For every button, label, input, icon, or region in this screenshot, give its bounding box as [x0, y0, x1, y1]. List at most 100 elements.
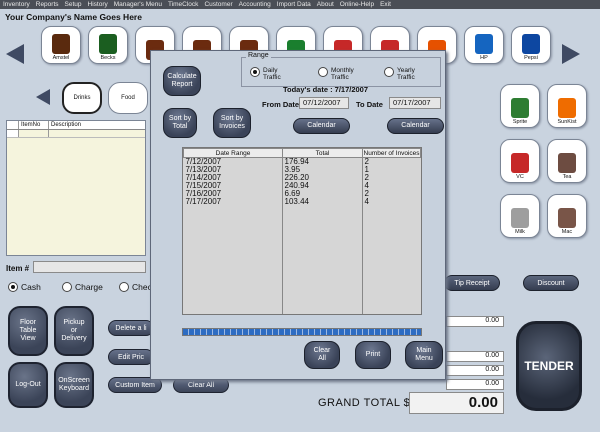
clear-all-dialog-label: Clear All	[313, 346, 331, 362]
calculate-report-button[interactable]: Calculate Report	[163, 66, 201, 96]
product-label: Milk	[515, 229, 525, 235]
onscreen-keyboard-button[interactable]: OnScreen Keyboard	[54, 362, 94, 408]
radio-icon	[119, 282, 129, 292]
floor-table-view-label: Floor Table View	[19, 318, 37, 343]
radio-icon	[8, 282, 18, 292]
menu-item[interactable]: TimeClock	[168, 1, 198, 8]
sort-by-total-label: Sort by Total	[168, 114, 192, 130]
tip-receipt-button[interactable]: Tip Receipt	[444, 275, 500, 291]
product-button[interactable]: HP	[464, 26, 504, 64]
range-daily-option[interactable]: Daily Traffic	[250, 67, 281, 81]
product-button[interactable]: SunKist	[547, 84, 587, 128]
menu-item[interactable]: History	[88, 1, 108, 8]
range-monthly-label: Monthly Traffic	[331, 67, 354, 82]
scroll-left-arrow-icon[interactable]	[6, 44, 24, 64]
row-selector-header	[7, 121, 19, 129]
range-yearly-option[interactable]: Yearly Traffic	[384, 67, 415, 81]
from-calendar-button[interactable]: Calendar	[293, 118, 350, 134]
product-button[interactable]: Milk	[500, 194, 540, 238]
tax2-value: 0.00	[446, 365, 504, 376]
range-monthly-option[interactable]: Monthly Traffic	[318, 67, 354, 81]
menu-bar: Inventory Reports Setup History Manager's Me…	[0, 0, 600, 9]
menu-item[interactable]: Manager's Menu	[114, 1, 162, 8]
product-button[interactable]: Mac	[547, 194, 587, 238]
payment-check-option[interactable]: Chec	[119, 282, 152, 292]
to-date-label: To Date	[356, 100, 383, 109]
product-image-icon	[558, 153, 576, 173]
menu-item[interactable]: Import Data	[277, 1, 311, 8]
company-name: Your Company's Name Goes Here	[5, 12, 142, 22]
item-number-input[interactable]	[33, 261, 146, 273]
delete-line-button[interactable]: Delete a li	[108, 320, 154, 336]
order-items-header: ItemNo Description	[7, 121, 145, 130]
col-invoices-header: Number of Invoices	[362, 148, 421, 158]
scroll-right-arrow-icon[interactable]	[562, 44, 580, 64]
menu-item[interactable]: Exit	[380, 1, 391, 8]
product-label: Amstel	[52, 55, 70, 61]
logout-button[interactable]: Log-Out	[8, 362, 48, 408]
menu-item[interactable]: About	[317, 1, 334, 8]
cell-inv: 4	[364, 197, 369, 206]
product-button[interactable]: Pepsi	[511, 26, 551, 64]
range-daily-label: Daily Traffic	[263, 67, 281, 82]
product-button[interactable]: Sprite	[500, 84, 540, 128]
product-image-icon	[522, 34, 540, 54]
progress-bar	[182, 328, 422, 336]
category-left-arrow-icon[interactable]	[36, 89, 50, 105]
sort-by-total-button[interactable]: Sort by Total	[163, 108, 197, 138]
product-label: Tea	[562, 174, 572, 180]
product-button[interactable]: Amstel	[41, 26, 81, 64]
from-date-label: From Date	[262, 100, 300, 109]
menu-item[interactable]: Inventory	[3, 1, 30, 8]
product-image-icon	[558, 208, 576, 228]
edit-price-button[interactable]: Edit Pric	[108, 349, 154, 365]
order-items-table[interactable]: ItemNo Description	[6, 120, 146, 256]
sort-by-invoices-button[interactable]: Sort by Invoices	[213, 108, 251, 138]
product-label: HP	[480, 55, 488, 61]
floor-table-view-button[interactable]: Floor Table View	[8, 306, 48, 356]
radio-icon	[318, 67, 328, 77]
onscreen-keyboard-label: OnScreen Keyboard	[58, 376, 90, 392]
product-button[interactable]: Tea	[547, 139, 587, 183]
payment-cash-option[interactable]: Cash	[8, 282, 41, 292]
product-label: VC	[516, 174, 524, 180]
category-drinks-button[interactable]: Drinks	[62, 82, 102, 114]
payment-charge-label: Charge	[75, 282, 103, 292]
from-date-input[interactable]: 07/12/2007	[299, 97, 349, 109]
cell-total: 103.44	[284, 197, 309, 206]
product-image-icon	[511, 208, 529, 228]
clear-all-dialog-button[interactable]: Clear All	[304, 341, 340, 369]
logout-label: Log-Out	[15, 380, 41, 388]
cell-inv: 2	[364, 189, 369, 198]
product-button[interactable]: VC	[500, 139, 540, 183]
menu-item[interactable]: Online-Help	[340, 1, 374, 8]
traffic-report-dialog: Calculate Report Range Daily Traffic Mon…	[150, 50, 446, 380]
cell-inv: 1	[364, 165, 369, 174]
table-row[interactable]: 7/17/2007 103.44 4	[184, 198, 421, 206]
to-calendar-button[interactable]: Calendar	[387, 118, 444, 134]
radio-icon	[384, 67, 394, 77]
product-label: SunKist	[557, 119, 577, 125]
product-label: Pepsi	[524, 55, 538, 61]
grand-total-value: 0.00	[409, 392, 504, 414]
radio-icon	[250, 67, 260, 77]
range-yearly-label: Yearly Traffic	[397, 67, 415, 82]
product-button[interactable]: Becks	[88, 26, 128, 64]
print-button[interactable]: Print	[355, 341, 391, 369]
payment-charge-option[interactable]: Charge	[62, 282, 103, 292]
product-image-icon	[52, 34, 70, 54]
tax-value: 0.00	[446, 351, 504, 362]
main-menu-button[interactable]: Main Menu	[405, 341, 443, 369]
to-date-input[interactable]: 07/17/2007	[389, 97, 441, 109]
menu-item[interactable]: Setup	[65, 1, 82, 8]
traffic-report-table[interactable]: Date Range Total Number of Invoices 7/12…	[182, 147, 422, 315]
product-image-icon	[558, 98, 576, 118]
menu-item[interactable]: Accounting	[239, 1, 271, 8]
table-row[interactable]	[7, 130, 145, 138]
discount-button[interactable]: Discount	[523, 275, 579, 291]
menu-item[interactable]: Reports	[36, 1, 59, 8]
pickup-delivery-button[interactable]: Pickup or Delivery	[54, 306, 94, 356]
menu-item[interactable]: Customer	[204, 1, 232, 8]
category-food-button[interactable]: Food	[108, 82, 148, 114]
tender-button[interactable]: TENDER	[516, 321, 582, 411]
